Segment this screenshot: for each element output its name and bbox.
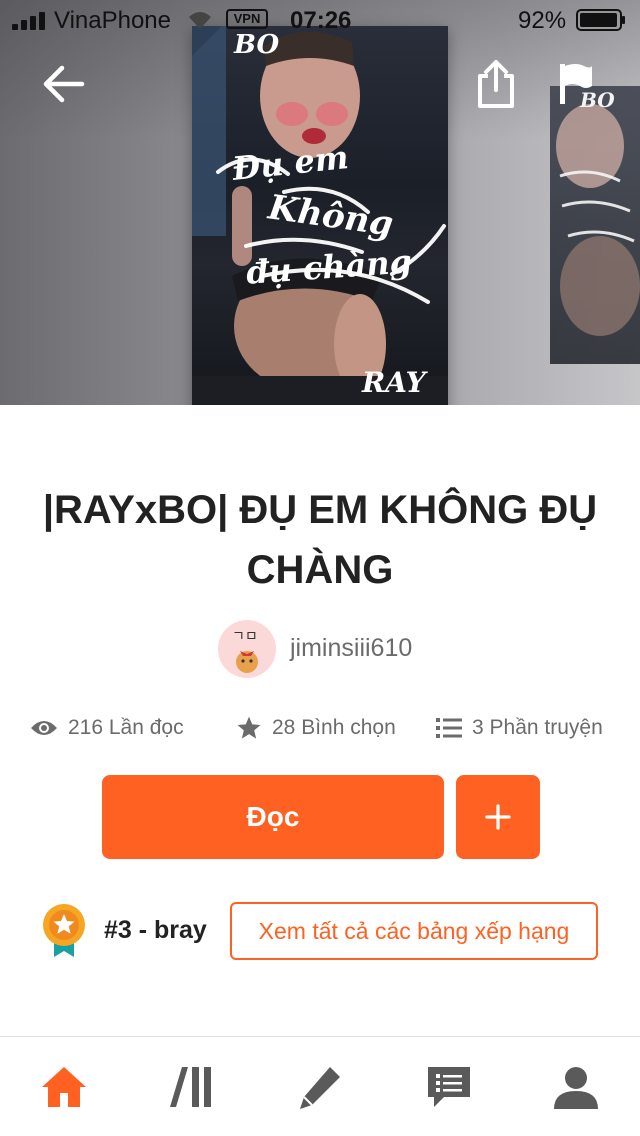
medal-icon — [43, 904, 85, 957]
read-button[interactable]: Đọc — [102, 775, 444, 859]
hero-banner: BO BO Đụ em Không đụ chàng RAY — [0, 0, 640, 405]
list-icon — [436, 718, 462, 738]
battery-icon — [576, 9, 625, 31]
votes-count: 28 Bình chọn — [272, 716, 396, 739]
message-icon — [428, 1067, 470, 1107]
share-icon — [478, 60, 514, 108]
next-story-cover[interactable]: BO — [550, 86, 640, 364]
next-cover-art — [556, 104, 640, 336]
rank-label: #3 - bray — [104, 916, 207, 944]
back-button[interactable] — [40, 60, 88, 108]
home-icon — [42, 1067, 86, 1107]
story-title: |RAYxBO| ĐỤ EM KHÔNG ĐỤ CHÀNG — [42, 488, 598, 592]
carrier-name: VinaPhone — [54, 7, 171, 34]
tab-profile[interactable] — [546, 1057, 606, 1117]
pencil-icon — [300, 1067, 340, 1109]
status-bar: VinaPhone VPN 07:26 92% — [0, 0, 640, 40]
stat-reads: 216 Lần đọc — [30, 712, 184, 744]
share-button[interactable] — [474, 58, 518, 110]
author-avatar[interactable]: ㄱㅁ — [218, 620, 276, 678]
signal-strength-icon — [12, 12, 48, 30]
parts-count: 3 Phần truyện — [472, 716, 603, 739]
stat-parts[interactable]: 3 Phần truyện — [436, 712, 603, 744]
tab-messages[interactable] — [418, 1057, 478, 1117]
cover-tag-bottom: RAY — [362, 366, 426, 399]
vpn-badge: VPN — [226, 9, 268, 29]
view-all-rankings-button[interactable]: Xem tất cả các bảng xếp hạng — [230, 902, 598, 960]
tab-library[interactable] — [162, 1057, 222, 1117]
bottom-tab-bar — [0, 1036, 640, 1136]
tab-home[interactable] — [34, 1057, 94, 1117]
battery-percent: 92% — [518, 7, 567, 34]
plus-icon — [485, 804, 511, 830]
status-time: 07:26 — [290, 7, 352, 34]
arrow-left-icon — [43, 65, 85, 103]
tab-write[interactable] — [290, 1057, 350, 1117]
avatar-text: ㄱㅁ — [232, 629, 258, 645]
user-icon — [554, 1067, 598, 1109]
report-flag-button[interactable] — [556, 60, 596, 108]
library-icon — [170, 1067, 211, 1107]
eye-icon — [31, 721, 57, 735]
wifi-icon — [189, 12, 211, 29]
add-to-library-button[interactable] — [456, 775, 540, 859]
star-icon — [237, 716, 261, 739]
story-cover: BO Đụ em Không đụ chàng RAY — [192, 26, 448, 405]
author-name[interactable]: jiminsiii610 — [290, 634, 412, 663]
stat-votes: 28 Bình chọn — [236, 712, 396, 744]
reads-count: 216 Lần đọc — [68, 716, 184, 739]
flag-icon — [560, 64, 592, 104]
